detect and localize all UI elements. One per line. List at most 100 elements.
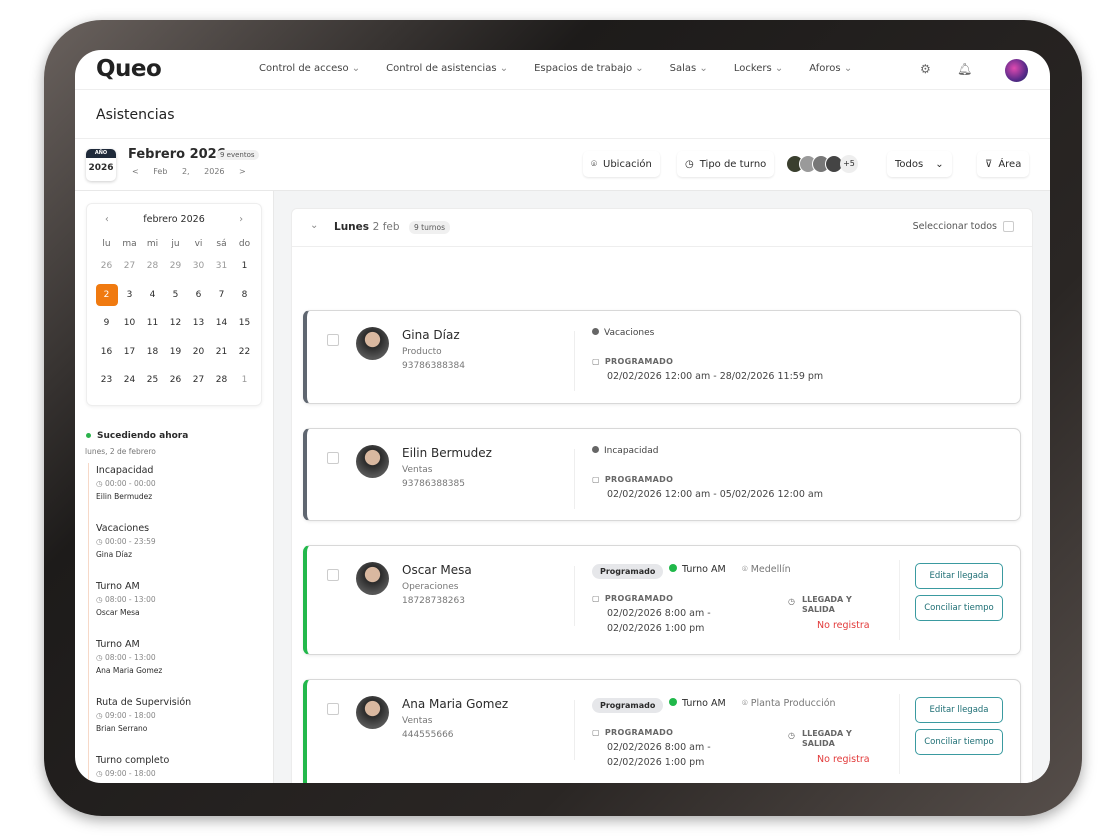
app-screen: Queo Control de acceso Control de asiste… <box>75 50 1050 783</box>
calendar-day[interactable]: 8 <box>233 284 256 313</box>
calendar-day[interactable]: 26 <box>95 255 118 284</box>
calendar-day[interactable]: 20 <box>187 341 210 370</box>
now-event-item[interactable]: Ruta de Supervisión ◷ 09:00 - 18:00 Brian … <box>88 695 191 753</box>
nav-salas[interactable]: Salas <box>670 63 708 74</box>
calendar-day[interactable]: 27 <box>187 369 210 398</box>
calendar-day[interactable]: 30 <box>187 255 210 284</box>
calendar-day[interactable]: 9 <box>95 312 118 341</box>
location-label: Medellín <box>750 564 791 575</box>
day-number: 1 <box>241 375 248 386</box>
user-avatar[interactable] <box>1005 59 1028 82</box>
nav-control-acceso[interactable]: Control de acceso <box>259 63 360 74</box>
location: ⌾ Medellín <box>742 564 791 575</box>
calendar-day[interactable]: 22 <box>233 341 256 370</box>
calendar-day[interactable]: 14 <box>210 312 233 341</box>
calendar-day[interactable]: 1 <box>233 255 256 284</box>
event-time: 09:00 - 18:00 <box>104 711 156 720</box>
row-checkbox[interactable] <box>327 703 339 715</box>
calendar-day[interactable]: 3 <box>118 284 141 313</box>
year-label: AÑO <box>86 149 116 158</box>
now-event-item[interactable]: Incapacidad ◷ 00:00 - 00:00 Eilin Bermudez <box>88 463 191 521</box>
edit-arrival-button[interactable]: Editar llegada <box>915 697 1003 723</box>
calendar-day[interactable]: 24 <box>118 369 141 398</box>
day-number: 9 <box>103 318 110 329</box>
attendance-card: Gina Díaz Producto 93786388384 Vacaciones PR… <box>303 310 1021 404</box>
calendar-day[interactable]: 15 <box>233 312 256 341</box>
calendar-day[interactable]: 28 <box>210 369 233 398</box>
prev-month-button[interactable]: ‹ <box>105 214 109 225</box>
event-time: 09:00 - 18:00 <box>104 769 156 778</box>
reconcile-time-button[interactable]: Conciliar tiempo <box>915 729 1003 755</box>
day-number: 14 <box>215 318 228 329</box>
day-name: Lunes <box>334 221 370 233</box>
divider <box>899 694 900 774</box>
calendar-day[interactable]: 12 <box>164 312 187 341</box>
area-filter[interactable]: ⊽ Área <box>977 151 1030 177</box>
calendar-day[interactable]: 10 <box>118 312 141 341</box>
calendar-day[interactable]: 1 <box>233 369 256 398</box>
calendar-day[interactable]: 6 <box>187 284 210 313</box>
calendar-day[interactable]: 13 <box>187 312 210 341</box>
calendar-day-selected[interactable]: 2 <box>95 283 118 313</box>
row-checkbox[interactable] <box>327 569 339 581</box>
nav-lockers[interactable]: Lockers <box>734 63 783 74</box>
day-number: 2 <box>95 283 118 306</box>
year-selector[interactable]: AÑO 2026 <box>86 149 116 181</box>
reconcile-time-button[interactable]: Conciliar tiempo <box>915 595 1003 621</box>
calendar-day[interactable]: 28 <box>141 255 164 284</box>
calendar-day[interactable]: 26 <box>164 369 187 398</box>
calendar-day[interactable]: 7 <box>210 284 233 313</box>
tipo-turno-filter[interactable]: ◷ Tipo de turno <box>677 151 775 177</box>
top-nav: Queo Control de acceso Control de asiste… <box>75 50 1050 90</box>
prev-date-button[interactable]: < <box>132 167 139 176</box>
ubicacion-filter[interactable]: ⌾ Ubicación <box>583 151 660 177</box>
row-checkbox[interactable] <box>327 334 339 346</box>
calendar-day[interactable]: 11 <box>141 312 164 341</box>
nav-control-asistencias[interactable]: Control de asistencias <box>386 63 508 74</box>
calendar-day[interactable]: 27 <box>118 255 141 284</box>
calendar-day[interactable]: 25 <box>141 369 164 398</box>
day-number: 16 <box>100 346 113 357</box>
day-number: 12 <box>169 318 182 329</box>
event-person: Brian Serrano <box>96 724 148 733</box>
calendar-day[interactable]: 16 <box>95 341 118 370</box>
people-avatars[interactable]: +5 <box>786 155 858 173</box>
scheduled-end: 02/02/2026 1:00 pm <box>607 623 705 634</box>
event-name: Incapacidad <box>96 465 154 476</box>
day-number: 29 <box>169 261 182 271</box>
calendar-day[interactable]: 4 <box>141 284 164 313</box>
select-all-checkbox[interactable] <box>1003 221 1014 232</box>
calendar-day[interactable]: 29 <box>164 255 187 284</box>
row-checkbox[interactable] <box>327 452 339 464</box>
edit-arrival-button[interactable]: Editar llegada <box>915 563 1003 589</box>
employee-name: Ana Maria Gomez <box>402 697 509 711</box>
shift-name: Turno AM <box>669 564 726 575</box>
scheduled-start: 02/02/2026 8:00 am - <box>607 608 711 619</box>
next-date-button[interactable]: > <box>239 167 246 176</box>
bell-icon[interactable]: 🔔︎ <box>957 62 972 76</box>
calendar-day[interactable]: 23 <box>95 369 118 398</box>
scheduled-label: PROGRAMADO <box>592 594 673 603</box>
arrival-label: LLEGADA Y <box>802 595 852 604</box>
calendar-day[interactable]: 5 <box>164 284 187 313</box>
location-pin-icon: ⌾ <box>742 564 748 575</box>
next-month-button[interactable]: › <box>239 214 243 225</box>
event-name: Turno AM <box>96 581 140 592</box>
nav-aforos[interactable]: Aforos <box>809 63 852 74</box>
calendar-day[interactable]: 19 <box>164 341 187 370</box>
calendar-day[interactable]: 21 <box>210 341 233 370</box>
now-event-item[interactable]: Turno AM ◷ 08:00 - 13:00 Ana Maria Gomez <box>88 637 191 695</box>
more-avatars: +5 <box>840 155 858 173</box>
select-all[interactable]: Seleccionar todos <box>913 221 1014 232</box>
collapse-chevron-icon[interactable]: ⌄ <box>310 220 318 231</box>
now-event-item[interactable]: Turno AM ◷ 08:00 - 13:00 Oscar Mesa <box>88 579 191 637</box>
nav-espacios[interactable]: Espacios de trabajo <box>534 63 644 74</box>
calendar-day[interactable]: 17 <box>118 341 141 370</box>
todos-select[interactable]: Todos ⌄ <box>887 151 952 177</box>
calendar-day[interactable]: 18 <box>141 341 164 370</box>
gear-icon[interactable]: ⚙ <box>920 62 931 76</box>
now-event-item[interactable]: Vacaciones ◷ 00:00 - 23:59 Gina Díaz <box>88 521 191 579</box>
calendar-day[interactable]: 31 <box>210 255 233 284</box>
now-event-item[interactable]: Turno completo ◷ 09:00 - 18:00 <box>88 753 191 783</box>
employee-phone: 18728738263 <box>402 596 465 606</box>
